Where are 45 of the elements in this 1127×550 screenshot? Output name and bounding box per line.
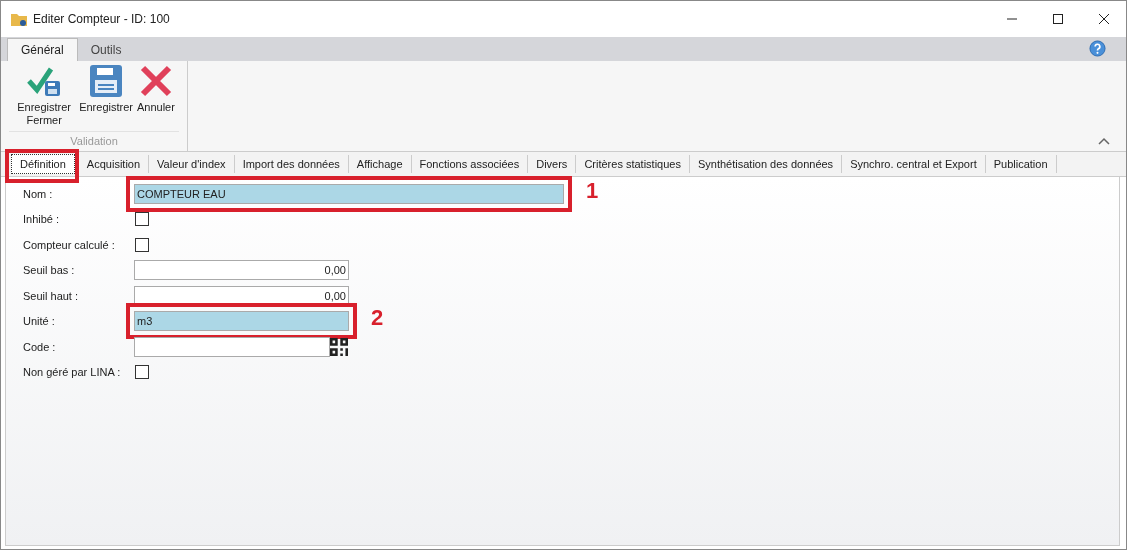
tab[interactable]: Acquisition	[78, 155, 150, 173]
input-field[interactable]: 0,00	[134, 260, 349, 281]
group-label: Validation	[9, 131, 179, 147]
checkbox[interactable]	[135, 365, 149, 380]
help-icon[interactable]	[1089, 40, 1106, 57]
maximize-icon[interactable]	[1052, 13, 1064, 25]
annotation-number: 2	[371, 305, 384, 332]
tab[interactable]: Critères statistiques	[576, 155, 690, 173]
field-label: Nom :	[23, 187, 54, 200]
tab[interactable]: Valeur d'index	[149, 155, 235, 173]
tab[interactable]: Publication	[985, 155, 1057, 173]
ribbon-tab[interactable]: Général	[7, 38, 78, 61]
tab[interactable]: Synthétisation des données	[689, 155, 843, 173]
tab[interactable]: Synchro. central et Export	[842, 155, 986, 173]
field-label: Non géré par LINA :	[23, 366, 122, 379]
field-label: Compteur calculé :	[23, 238, 116, 251]
input-field[interactable]: COMPTEUR EAU	[134, 183, 564, 204]
field-label: Inhibé :	[23, 213, 61, 226]
ribbon-tab[interactable]: Outils	[77, 39, 135, 61]
close-icon	[139, 65, 172, 97]
tab[interactable]: Import des données	[234, 155, 349, 173]
checkbox[interactable]	[135, 237, 149, 252]
save-button[interactable]: Enregistrer Fermer	[12, 65, 77, 127]
save-button[interactable]: Enregistrer	[78, 65, 134, 127]
close-icon[interactable]	[1098, 13, 1110, 25]
field-label: Unité :	[23, 315, 56, 328]
window-title: Editer Compteur - ID: 100	[33, 12, 170, 26]
field-label: Code :	[23, 340, 57, 353]
input-field[interactable]: m3	[134, 311, 349, 332]
collapse-icon[interactable]	[1098, 137, 1110, 145]
check-disk-icon	[27, 65, 62, 97]
tab[interactable]: Fonctions associées	[411, 155, 529, 173]
checkbox[interactable]	[135, 212, 149, 227]
field-label: Seuil haut :	[23, 289, 80, 302]
field-label: Seuil bas :	[23, 264, 76, 277]
tab[interactable]: Affichage	[348, 155, 412, 173]
qr-code-icon[interactable]	[330, 337, 348, 356]
input-field[interactable]	[134, 336, 330, 357]
tab[interactable]: Définition	[11, 154, 75, 174]
tab[interactable]: Divers	[528, 155, 577, 173]
annotation-number: 1	[586, 177, 599, 204]
folder-icon	[11, 12, 27, 26]
save-icon	[90, 65, 123, 97]
input-field[interactable]: 0,00	[134, 285, 349, 306]
cancel-button[interactable]: Annuler	[135, 65, 176, 127]
